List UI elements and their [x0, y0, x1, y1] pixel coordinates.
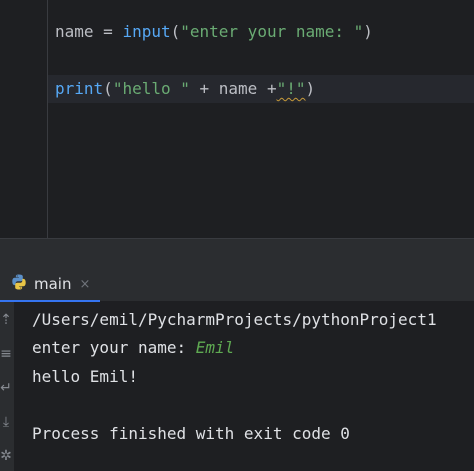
code-token-string-warning: "!" — [276, 79, 306, 98]
code-token-paren: ) — [363, 22, 373, 41]
scroll-to-end-icon[interactable]: ↵ — [0, 380, 12, 396]
code-token-var: name — [55, 22, 94, 41]
code-token-paren: ( — [103, 79, 113, 98]
panel-splitter[interactable] — [0, 238, 474, 268]
console-prompt-line: enter your name: Emil — [32, 334, 234, 362]
code-token-paren: ( — [170, 22, 181, 41]
download-icon[interactable]: ⤓ — [0, 414, 12, 430]
debug-icon[interactable]: ✲ — [0, 448, 12, 464]
console-exit-line: Process finished with exit code 0 — [32, 424, 350, 443]
run-console[interactable]: ⇡ ≡ ↵ ⤓ ✲ /Users/emil/PycharmProjects/py… — [0, 302, 474, 471]
console-user-input: Emil — [195, 338, 235, 357]
code-editor[interactable]: name = input("enter your name: ") print(… — [0, 0, 474, 238]
soft-wrap-icon[interactable]: ≡ — [0, 346, 12, 362]
console-greeting-line: hello Emil! — [32, 367, 138, 386]
tab-main[interactable]: main × — [0, 268, 101, 302]
code-token-string: "hello " — [112, 79, 190, 98]
tab-label: main — [34, 275, 72, 293]
console-path-line: /Users/emil/PycharmProjects/pythonProjec… — [32, 310, 437, 329]
code-token-fn: input — [122, 22, 171, 41]
code-token-op: + name + — [189, 79, 277, 98]
console-toolbar: ⇡ ≡ ↵ ⤓ ✲ — [0, 302, 14, 471]
run-tool-window-tabs: main × — [0, 268, 474, 302]
python-icon — [10, 273, 28, 295]
scroll-icon[interactable]: ⇡ — [0, 312, 12, 328]
code-line-2[interactable]: print("hello " + name +"!") — [48, 75, 474, 103]
editor-gutter — [0, 0, 48, 238]
code-token-string: "enter your name: " — [180, 22, 364, 41]
code-token-paren: ) — [305, 79, 316, 98]
console-prompt: enter your name: — [32, 338, 196, 357]
code-token-fn: print — [55, 79, 104, 98]
close-icon[interactable]: × — [79, 277, 90, 292]
code-line-1[interactable]: name = input("enter your name: ") — [55, 18, 373, 46]
code-token-op: = — [93, 22, 123, 41]
